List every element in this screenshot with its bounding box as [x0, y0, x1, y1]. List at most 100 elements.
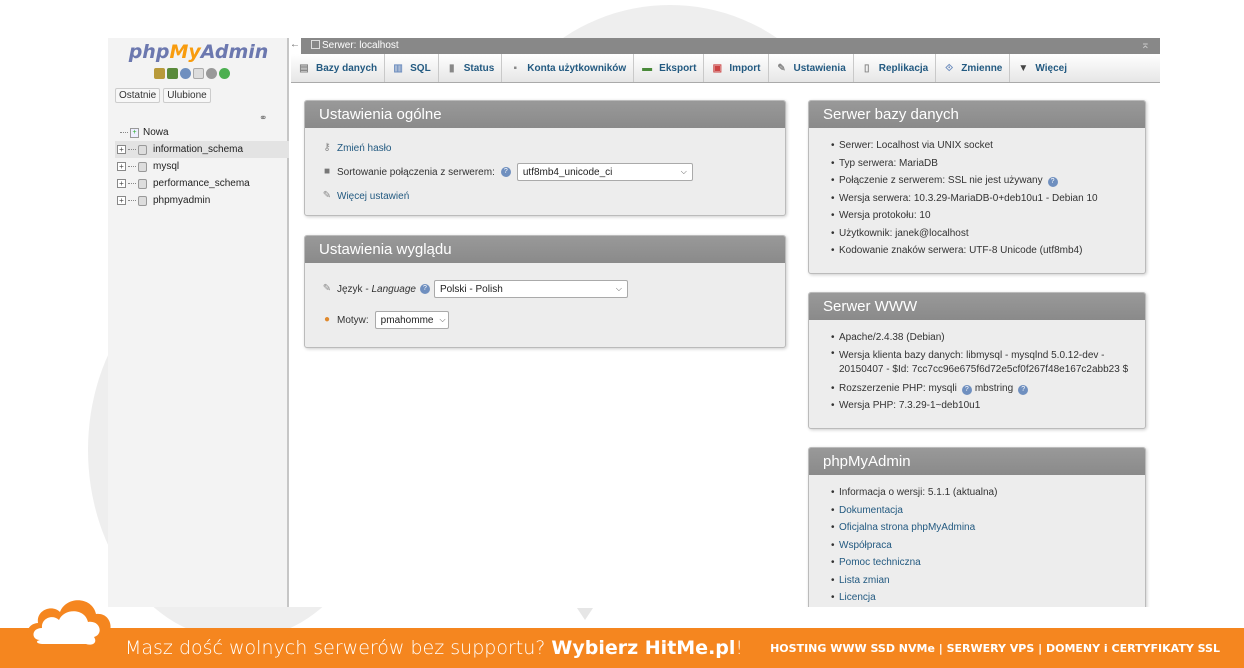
- help-icon[interactable]: ?: [961, 384, 972, 395]
- scroll-top-icon[interactable]: ⌅: [1141, 38, 1150, 51]
- collation-row: ■ Sortowanie połączenia z serwerem: ? ut…: [321, 160, 769, 184]
- contribute-link[interactable]: Współpraca: [825, 537, 1129, 555]
- support-link[interactable]: Pomoc techniczna: [825, 554, 1129, 572]
- tab-user-accounts[interactable]: ▪ Konta użytkowników: [502, 54, 635, 82]
- tree-item-mysql[interactable]: + mysql: [115, 158, 289, 175]
- language-icon: ✎: [322, 283, 332, 294]
- general-settings-panel: Ustawienia ogólne ⚷ Zmień hasło ■ Sortow…: [304, 100, 786, 216]
- wrench-icon: ✎: [322, 190, 332, 201]
- help-icon[interactable]: ?: [1047, 177, 1058, 187]
- panel-body: Apache/2.4.38 (Debian) Wersja klienta ba…: [809, 320, 1145, 424]
- list-item: Wersja serwera: 10.3.29-MariaDB-0+deb10u…: [825, 190, 1129, 208]
- theme-select[interactable]: pmahomme ⌵: [374, 311, 449, 329]
- database-icon: [138, 178, 147, 189]
- quick-icons: [154, 68, 230, 79]
- logout-icon[interactable]: [167, 68, 178, 79]
- collation-value: utf8mb4_unicode_ci: [522, 166, 613, 178]
- list-item: Typ serwera: MariaDB: [825, 155, 1129, 173]
- breadcrumb-server[interactable]: Serwer: localhost: [311, 40, 399, 51]
- panel-body: Serwer: Localhost via UNIX socket Typ se…: [809, 128, 1145, 269]
- tree-label-mysql: mysql: [153, 161, 180, 172]
- logo-php: php: [128, 41, 170, 63]
- tree-connector: [128, 183, 136, 184]
- logo-admin: Admin: [200, 41, 269, 63]
- tab-sql[interactable]: ▥ SQL: [385, 54, 439, 82]
- home-icon[interactable]: [154, 68, 165, 79]
- logo-my: My: [169, 41, 201, 63]
- tab-more[interactable]: ▼ Więcej: [1010, 54, 1074, 82]
- license-link[interactable]: Licencja: [825, 589, 1129, 607]
- help-icon[interactable]: ?: [500, 167, 511, 177]
- theme-value: pmahomme: [380, 314, 434, 326]
- list-item: Wersja klienta bazy danych: libmysql - m…: [825, 347, 1129, 380]
- banner-slogan: Masz dość wolnych serwerów bez supportu?…: [125, 637, 743, 659]
- tab-label: SQL: [410, 62, 431, 74]
- expand-icon[interactable]: +: [117, 196, 126, 205]
- tree-item-information-schema[interactable]: + information_schema: [115, 141, 289, 158]
- reload-icon[interactable]: [219, 68, 230, 79]
- slogan-end: !: [735, 637, 744, 659]
- main-menu: ▤ Bazy danych ▥ SQL ▮ Status ▪ Konta użytkow…: [291, 54, 1160, 83]
- tree-label-performance-schema: performance_schema: [153, 178, 250, 189]
- help-icon[interactable]: ?: [1018, 384, 1029, 395]
- php-extension-mysqli: Rozszerzenie PHP: mysqli: [839, 382, 957, 394]
- tab-label: Zmienne: [961, 62, 1003, 74]
- tab-import[interactable]: ▣ Import: [704, 54, 769, 82]
- expand-icon[interactable]: +: [117, 145, 126, 154]
- tree-item-phpmyadmin[interactable]: + phpmyadmin: [115, 192, 289, 209]
- wrench-icon: ✎: [777, 62, 786, 74]
- language-label: Język - Language: [337, 284, 416, 295]
- tab-settings[interactable]: ✎ Ustawienia: [769, 54, 854, 82]
- language-label-pl: Język -: [337, 283, 372, 295]
- replication-icon: ▯: [864, 62, 870, 74]
- slogan-brand: Wybierz HitMe.pl: [551, 637, 736, 659]
- tab-databases[interactable]: ▤ Bazy danych: [291, 54, 386, 82]
- database-icon: ▤: [299, 62, 309, 74]
- language-row: ✎ Język - Language ? Polski - Polish ⌵: [321, 277, 769, 301]
- panel-title: Serwer WWW: [809, 293, 1145, 320]
- changelog-link[interactable]: Lista zmian: [825, 572, 1129, 590]
- official-homepage-link[interactable]: Oficjalna strona phpMyAdmina: [825, 519, 1129, 537]
- tree-item-new[interactable]: + Nowa: [115, 124, 289, 141]
- list-item: Serwer: Localhost via UNIX socket: [825, 137, 1129, 155]
- phpmyadmin-logo[interactable]: phpMyAdmin: [108, 41, 289, 63]
- tab-recent[interactable]: Ostatnie: [115, 88, 161, 103]
- change-password-link[interactable]: Zmień hasło: [337, 143, 391, 154]
- theme-icon: ●: [323, 314, 331, 325]
- help-icon[interactable]: ?: [419, 284, 430, 294]
- chevron-down-icon: ⌵: [615, 284, 622, 293]
- docs-icon[interactable]: [193, 68, 204, 79]
- documentation-link[interactable]: Dokumentacja: [825, 502, 1129, 520]
- help-icon[interactable]: [180, 68, 191, 79]
- expand-icon[interactable]: +: [117, 162, 126, 171]
- collation-select[interactable]: utf8mb4_unicode_ci ⌵: [516, 163, 693, 181]
- tab-status[interactable]: ▮ Status: [439, 54, 503, 82]
- chevron-down-icon: ⌵: [439, 315, 446, 324]
- list-item: Rozszerzenie PHP: mysqli?mbstring?: [825, 380, 1129, 398]
- panel-title: Ustawienia wyglądu: [305, 236, 785, 263]
- collapse-sidebar-button[interactable]: ←: [289, 38, 301, 54]
- tab-label: Status: [463, 62, 495, 74]
- tree-label-new: Nowa: [143, 127, 169, 138]
- theme-label: Motyw:: [337, 314, 369, 326]
- panel-title: phpMyAdmin: [809, 448, 1145, 475]
- tab-favorites[interactable]: Ulubione: [163, 88, 211, 103]
- tab-label: Import: [729, 62, 761, 74]
- language-select[interactable]: Polski - Polish ⌵: [433, 280, 628, 298]
- expand-icon[interactable]: +: [117, 179, 126, 188]
- tab-replication[interactable]: ▯ Replikacja: [854, 54, 937, 82]
- tree-item-performance-schema[interactable]: + performance_schema: [115, 175, 289, 192]
- settings-icon[interactable]: [206, 68, 217, 79]
- recent-favorites-tabs: Ostatnie Ulubione: [115, 88, 211, 103]
- tab-label: Replikacja: [878, 62, 929, 74]
- navigation-sidebar: phpMyAdmin Ostatnie Ulubione ⚭ + Nowa + …: [108, 38, 289, 607]
- link-with-main-icon[interactable]: ⚭: [259, 113, 267, 124]
- web-server-info-list: Apache/2.4.38 (Debian) Wersja klienta ba…: [825, 329, 1129, 415]
- server-icon: [311, 40, 320, 49]
- promo-banner[interactable]: Masz dość wolnych serwerów bez supportu?…: [0, 628, 1244, 668]
- tab-variables[interactable]: ⟐ Zmienne: [936, 54, 1011, 82]
- tab-export[interactable]: ▬ Eksport: [634, 54, 705, 82]
- chevron-down-icon: ⌵: [680, 167, 687, 176]
- scroll-down-arrow: [577, 608, 593, 620]
- more-settings-link[interactable]: Więcej ustawień: [337, 191, 409, 202]
